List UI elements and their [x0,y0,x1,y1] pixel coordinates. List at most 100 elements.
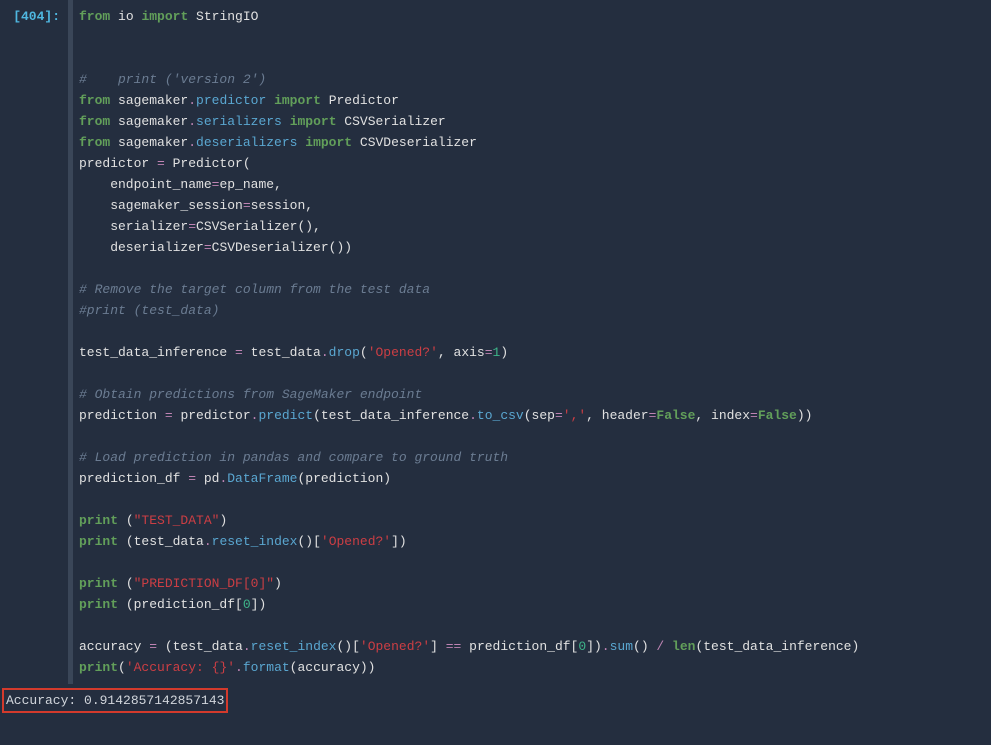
value-csvdeserializer: CSVDeserializer()) [212,240,352,255]
method-predict: predict [258,408,313,423]
assign-left: predictor [79,156,157,171]
assign-left: prediction [79,408,165,423]
dot: . [321,345,329,360]
num-0: 0 [243,597,251,612]
args: (prediction) [297,471,391,486]
dot: . [235,660,243,675]
builtin-print: print [79,660,118,675]
method-sum: sum [610,639,633,654]
comment: # Remove the target column from the test… [79,282,430,297]
keyword-import: import [274,93,321,108]
equals: = [157,156,165,171]
comment: # print ('version 2') [79,72,266,87]
kwarg-session: sagemaker_session [79,198,243,213]
cell-prompt: [404]: [0,0,68,33]
comment: #print (test_data) [79,303,219,318]
paren: ( [118,660,126,675]
dot: . [188,93,196,108]
paren: )) [797,408,813,423]
kwarg-endpoint: endpoint_name [79,177,212,192]
paren: ( [118,576,134,591]
equals: = [204,240,212,255]
dot: . [243,639,251,654]
args: (test_data [118,534,204,549]
paren: ()[ [297,534,320,549]
string-opened: 'Opened?' [360,639,430,654]
kwarg-index: , index [695,408,750,423]
call-predictor: Predictor( [165,156,251,171]
keyword-from: from [79,135,110,150]
space [266,93,274,108]
dot: . [204,534,212,549]
method-format: format [243,660,290,675]
paren: () [633,639,656,654]
paren: ) [500,345,508,360]
accuracy-text: Accuracy: 0.9142857142857143 [6,693,224,708]
eqeq: == [446,639,462,654]
name-stringio: StringIO [188,9,258,24]
method-drop: drop [329,345,360,360]
keyword-from: from [79,93,110,108]
assign-left: accuracy [79,639,149,654]
builtin-print: print [79,576,118,591]
paren: ) [219,513,227,528]
args: (test_data_inference) [695,639,859,654]
submodule-deserializers: deserializers [196,135,297,150]
kwarg-header: , header [586,408,648,423]
predictor-var: predictor [173,408,251,423]
value-session: session, [251,198,313,213]
args: (prediction_df[ [118,597,243,612]
name-csvdeserializer: CSVDeserializer [352,135,477,150]
module-io: io [110,9,141,24]
const-false: False [758,408,797,423]
equals: = [149,639,157,654]
const-false: False [656,408,695,423]
value-epname: ep_name, [219,177,281,192]
method-tocsv: to_csv [477,408,524,423]
method-resetindex: reset_index [212,534,298,549]
equals: = [555,408,563,423]
code-input-area[interactable]: from io import StringIO # print ('versio… [73,0,991,684]
equals: = [243,198,251,213]
keyword-from: from [79,114,110,129]
string-testdata: "TEST_DATA" [134,513,220,528]
dot: . [188,114,196,129]
output-area: Accuracy: 0.9142857142857143 [0,684,991,717]
args: (accuracy)) [290,660,376,675]
value-csvserializer: CSVSerializer(), [196,219,321,234]
builtin-print: print [79,534,118,549]
expr: prediction_df[ [461,639,578,654]
equals: = [165,408,173,423]
paren: ( [118,513,134,528]
submodule-serializers: serializers [196,114,282,129]
keyword-import: import [305,135,352,150]
paren: ) [274,576,282,591]
name-predictor: Predictor [321,93,399,108]
string-opened: 'Opened?' [368,345,438,360]
paren: ]) [586,639,602,654]
equals: = [188,219,196,234]
module-sagemaker: sagemaker [110,114,188,129]
pd-var: pd [196,471,219,486]
string-accuracy: 'Accuracy: {}' [126,660,235,675]
space [664,639,672,654]
equals: = [235,345,243,360]
module-sagemaker: sagemaker [110,135,188,150]
space [282,114,290,129]
paren: (sep [524,408,555,423]
kwarg-serializer: serializer [79,219,188,234]
paren: ]) [251,597,267,612]
builtin-print: print [79,513,118,528]
name-csvserializer: CSVSerializer [337,114,446,129]
comment: # Obtain predictions from SageMaker endp… [79,387,422,402]
equals: = [485,345,493,360]
string-comma: ',' [563,408,586,423]
args: (test_data_inference [313,408,469,423]
method-resetindex: reset_index [251,639,337,654]
assign-left: prediction_df [79,471,188,486]
dot: . [469,408,477,423]
paren: ()[ [337,639,360,654]
submodule-predictor: predictor [196,93,266,108]
test-data: test_data [243,345,321,360]
code-cell: [404]: from io import StringIO # print (… [0,0,991,684]
